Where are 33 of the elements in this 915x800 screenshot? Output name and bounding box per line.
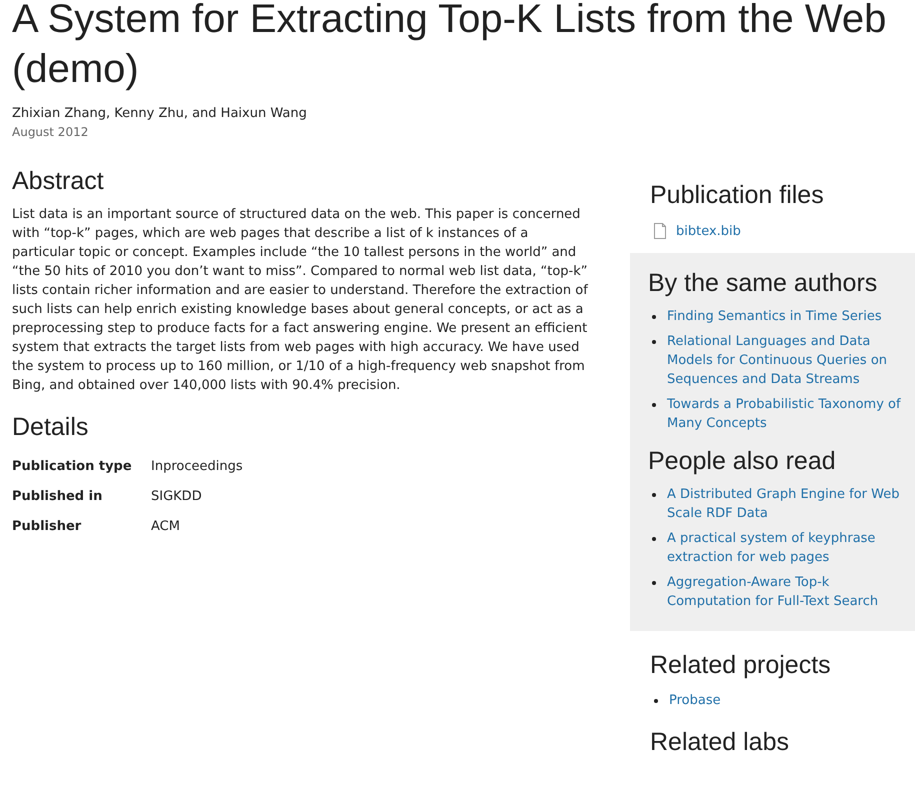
- section-heading: Related projects: [650, 650, 832, 681]
- abstract-text: List data is an important source of structured data on the web. This paper is concerned with “top-k” pages, which are web pages that describe a list of k instances of a particular topic or concept. Examples include “the 10 tallest persons in the world” and “the 50 hits of 2010 you don’t want to miss”. Compared to normal web list data, “top-k” lists contain richer information and are easier to understand. Therefore the extraction of such lists can help enrich existing knowledge bases about general concepts, or act as a preprocessing step to produce facts for a fact answering engine. We present an efficient system that extracts the target lists from web pages with high accuracy. We have used the system to process up to 160 million, or 1/10 of a high-frequency web snapshot from Bing, and obtained over 140,000 lists with 90.4% precision.: [12, 206, 590, 395]
- file-link[interactable]: bibtex.bib: [676, 224, 741, 238]
- file-icon: [653, 223, 667, 239]
- project-link[interactable]: Probase: [669, 691, 721, 710]
- detail-value: ACM: [151, 519, 181, 534]
- detail-value: Inproceedings: [151, 459, 244, 474]
- related-link[interactable]: A practical system of keyphrase extraction for web pages: [667, 529, 905, 567]
- related-link[interactable]: Finding Semantics in Time Series: [667, 307, 882, 326]
- detail-value: SIGKDD: [151, 489, 203, 504]
- section-heading: Related labs: [650, 727, 790, 758]
- bullet-dot: [652, 340, 656, 344]
- page-title: A System for Extracting Top-K Lists from the Web (demo): [12, 0, 888, 93]
- section-heading: By the same authors: [648, 268, 878, 299]
- publication-date: August 2012: [12, 125, 90, 139]
- related-link[interactable]: Aggregation-Aware Top-k Computation for Full-Text Search: [667, 573, 905, 611]
- bullet-dot: [652, 537, 656, 541]
- related-link[interactable]: Relational Languages and Data Models for Continuous Queries on Sequences and Data Streams: [667, 332, 905, 389]
- bullet-dot: [652, 581, 656, 585]
- bullet-dot: [652, 403, 656, 407]
- detail-label: Publisher: [12, 519, 82, 534]
- related-link[interactable]: Towards a Probabilistic Taxonomy of Many Concepts: [667, 395, 905, 433]
- section-heading: Abstract: [12, 166, 105, 197]
- section-heading: Details: [12, 412, 90, 443]
- bullet-dot: [654, 699, 658, 703]
- detail-label: Published in: [12, 489, 104, 504]
- section-heading: Publication files: [650, 180, 825, 211]
- related-link[interactable]: A Distributed Graph Engine for Web Scale RDF Data: [667, 485, 905, 523]
- bullet-dot: [652, 493, 656, 497]
- detail-label: Publication type: [12, 459, 133, 474]
- bullet-dot: [652, 315, 656, 319]
- author-list: Zhixian Zhang, Kenny Zhu, and Haixun Wang: [12, 106, 903, 121]
- section-heading: People also read: [648, 446, 837, 477]
